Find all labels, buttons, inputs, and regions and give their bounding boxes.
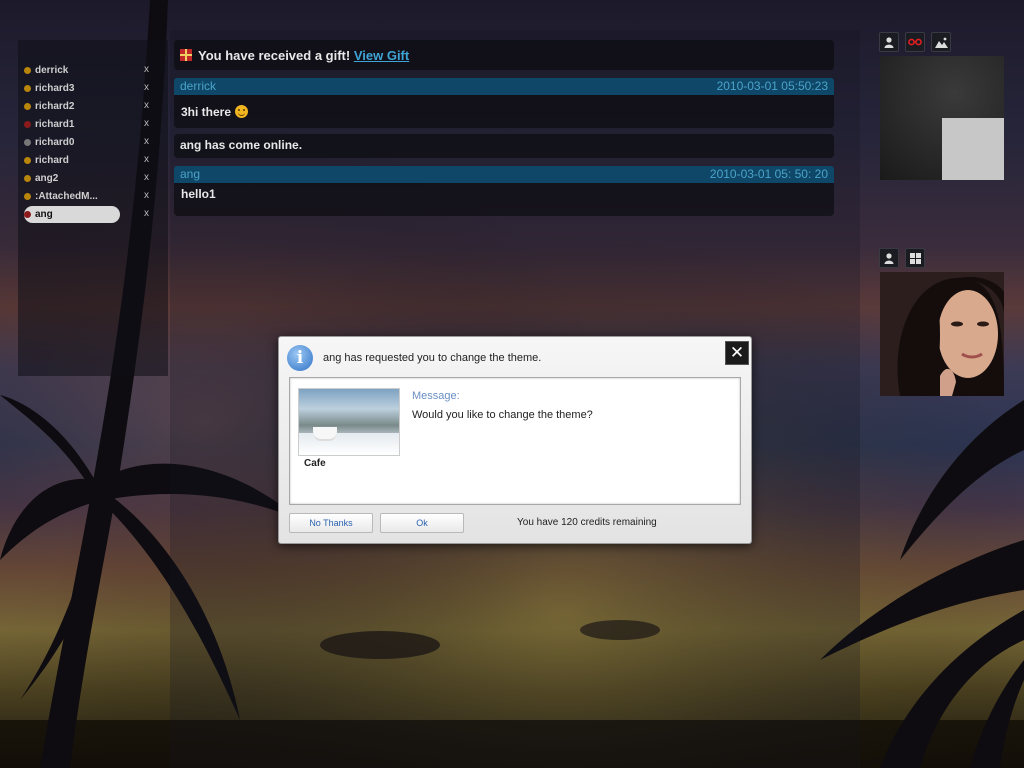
contact-item[interactable]: :AttachedM... x xyxy=(24,188,154,205)
user-icon[interactable] xyxy=(879,248,899,268)
remove-contact-icon[interactable]: x xyxy=(144,190,149,201)
status-dot-icon xyxy=(24,157,31,164)
gift-notice: You have received a gift! View Gift xyxy=(174,40,834,70)
gift-icon xyxy=(180,49,192,61)
theme-change-dialog: i ang has requested you to change the th… xyxy=(278,336,752,544)
glasses-icon[interactable] xyxy=(905,32,925,52)
contact-name: :AttachedM... xyxy=(35,191,98,202)
message-header: derrick 2010-03-01 05:50:23 xyxy=(174,78,834,95)
contact-name: richard2 xyxy=(35,101,75,112)
contact-item[interactable]: richard x xyxy=(24,152,154,169)
status-dot-icon xyxy=(24,85,31,92)
theme-thumbnail xyxy=(298,388,400,456)
remote-user-photo xyxy=(880,272,1004,396)
close-button[interactable]: ✕ xyxy=(725,341,749,365)
view-gift-link[interactable]: View Gift xyxy=(354,48,409,63)
message-sender: ang xyxy=(180,167,201,181)
contact-item[interactable]: richard0 x xyxy=(24,134,154,151)
status-dot-icon xyxy=(24,67,31,74)
status-dot-icon xyxy=(24,193,31,200)
message-header: ang 2010-03-01 05: 50: 20 xyxy=(174,166,834,183)
remove-contact-icon[interactable]: x xyxy=(144,82,149,93)
message-body: Would you like to change the theme? xyxy=(412,409,593,421)
remove-contact-icon[interactable]: x xyxy=(144,64,149,75)
message-timestamp: 2010-03-01 05: 50: 20 xyxy=(709,167,828,181)
contact-item[interactable]: richard1 x xyxy=(24,116,154,133)
message-text: 3hi there xyxy=(181,105,249,119)
status-dot-icon xyxy=(24,175,31,182)
contact-name: derrick xyxy=(35,65,69,76)
remove-contact-icon[interactable]: x xyxy=(144,208,149,219)
remove-contact-icon[interactable]: x xyxy=(144,172,149,183)
contact-item[interactable]: richard3 x xyxy=(24,80,154,97)
video-placeholder xyxy=(942,118,1004,180)
dialog-content: Cafe Message: Would you like to change t… xyxy=(289,377,741,505)
contact-name: richard1 xyxy=(35,119,75,130)
message-text: hello1 xyxy=(181,187,216,201)
contact-name: richard xyxy=(35,155,69,166)
contact-item[interactable]: richard2 x xyxy=(24,98,154,115)
gift-text: You have received a gift! xyxy=(198,48,351,63)
system-message-text: ang has come online. xyxy=(180,138,303,152)
theme-name: Cafe xyxy=(304,458,326,469)
contact-name: ang xyxy=(35,209,53,220)
ok-button[interactable]: Ok xyxy=(380,513,464,533)
contact-item[interactable]: derrick x xyxy=(24,62,154,79)
contact-name: ang2 xyxy=(35,173,59,184)
message-timestamp: 2010-03-01 05:50:23 xyxy=(716,79,828,93)
no-thanks-button[interactable]: No Thanks xyxy=(289,513,373,533)
message-label: Message: xyxy=(412,390,460,402)
self-video-panel xyxy=(880,56,1004,180)
coffee-cup-icon xyxy=(313,427,337,439)
contact-name: richard3 xyxy=(35,83,75,94)
credits-remaining: You have 120 credits remaining xyxy=(517,517,657,528)
remove-contact-icon[interactable]: x xyxy=(144,154,149,165)
contact-item[interactable]: ang2 x xyxy=(24,170,154,187)
smiley-icon xyxy=(235,105,249,118)
remove-contact-icon[interactable]: x xyxy=(144,100,149,111)
info-icon: i xyxy=(287,345,313,371)
picture-icon[interactable] xyxy=(931,32,951,52)
status-dot-icon xyxy=(24,103,31,110)
dialog-title: ang has requested you to change the them… xyxy=(323,352,542,364)
grid-icon[interactable] xyxy=(905,248,925,268)
remove-contact-icon[interactable]: x xyxy=(144,118,149,129)
user-icon[interactable] xyxy=(879,32,899,52)
status-dot-icon xyxy=(24,211,31,218)
status-dot-icon xyxy=(24,139,31,146)
remove-contact-icon[interactable]: x xyxy=(144,136,149,147)
status-dot-icon xyxy=(24,121,31,128)
remote-video-panel xyxy=(880,272,1004,396)
contact-item[interactable]: ang x xyxy=(24,206,154,223)
message-sender: derrick xyxy=(180,79,217,93)
contact-name: richard0 xyxy=(35,137,75,148)
